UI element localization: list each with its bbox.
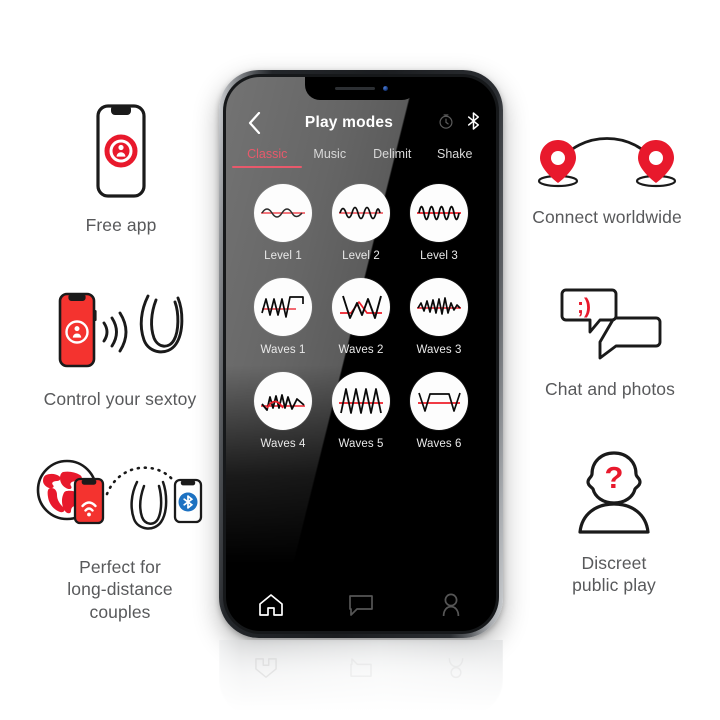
mode-item[interactable]: Waves 5 bbox=[332, 372, 390, 450]
nav-chat[interactable] bbox=[316, 594, 406, 616]
bottom-nav bbox=[226, 593, 496, 617]
mode-label: Waves 2 bbox=[338, 344, 384, 356]
svg-text:;): ;) bbox=[577, 295, 591, 318]
feature-caption: Discreet public play bbox=[572, 553, 656, 596]
front-camera bbox=[382, 86, 388, 91]
feature-caption: Connect worldwide bbox=[532, 207, 682, 227]
mode-label: Level 3 bbox=[420, 250, 458, 262]
mode-label: Level 2 bbox=[342, 250, 380, 262]
nav-home[interactable] bbox=[226, 593, 316, 617]
feature-connect-worldwide: Connect worldwide bbox=[508, 132, 706, 228]
phone-bezel: Play modes Classic Music Delimit Shake L… bbox=[223, 74, 499, 634]
reflected-home-icon bbox=[219, 657, 314, 679]
reflection-body bbox=[219, 640, 503, 718]
reflected-chat-icon bbox=[314, 658, 409, 678]
speech-bubbles-wink-icon: ;) bbox=[556, 284, 664, 360]
mode-grid: Level 1 Level 2 Level 3 Waves 1 Waves 2 … bbox=[226, 184, 496, 450]
reflected-profile-icon bbox=[408, 657, 503, 679]
speaker-grille bbox=[334, 86, 375, 91]
waveform-level-1-icon bbox=[254, 184, 312, 242]
mode-item[interactable]: Level 1 bbox=[254, 184, 312, 262]
feature-long-distance: Perfect for long-distance couples bbox=[20, 458, 220, 623]
phone-screen: Play modes Classic Music Delimit Shake L… bbox=[226, 77, 496, 631]
feature-chat-photos: ;) Chat and photos bbox=[516, 284, 704, 400]
nav-profile[interactable] bbox=[406, 593, 496, 617]
feature-caption: Control your sextoy bbox=[43, 389, 197, 409]
phone-reflection bbox=[219, 640, 503, 718]
mode-item[interactable]: Waves 3 bbox=[410, 278, 468, 356]
mode-item[interactable]: Waves 6 bbox=[410, 372, 468, 450]
mode-item[interactable]: Level 3 bbox=[410, 184, 468, 262]
feature-caption: Perfect for long-distance couples bbox=[67, 557, 173, 622]
feature-discreet-play: ? Discreet public play bbox=[522, 448, 706, 597]
mode-label: Waves 3 bbox=[416, 344, 462, 356]
waveform-waves-4-icon bbox=[254, 372, 312, 430]
waveform-waves-1-icon bbox=[254, 278, 312, 336]
mode-label: Waves 6 bbox=[416, 438, 462, 450]
globe-phone-toy-bluetooth-icon bbox=[27, 458, 213, 536]
phone-with-app-logo-icon bbox=[87, 104, 155, 198]
mode-label: Waves 1 bbox=[260, 344, 306, 356]
phone-mockup: Play modes Classic Music Delimit Shake L… bbox=[219, 70, 503, 640]
waveform-level-2-icon bbox=[332, 184, 390, 242]
waveform-level-3-icon bbox=[410, 184, 468, 242]
mode-tabs: Classic Music Delimit Shake bbox=[226, 147, 496, 168]
mode-label: Waves 5 bbox=[338, 438, 384, 450]
feature-caption: Chat and photos bbox=[545, 379, 675, 399]
reflection-nav-icons bbox=[219, 648, 503, 688]
feature-free-app: Free app bbox=[28, 104, 214, 236]
tab-classic[interactable]: Classic bbox=[236, 147, 299, 168]
tab-music[interactable]: Music bbox=[299, 147, 362, 168]
tab-delimit[interactable]: Delimit bbox=[361, 147, 424, 168]
phone-notch bbox=[305, 77, 417, 100]
feature-caption: Free app bbox=[85, 215, 157, 235]
mode-item[interactable]: Waves 1 bbox=[254, 278, 312, 356]
waveform-waves-2-icon bbox=[332, 278, 390, 336]
mode-label: Level 1 bbox=[264, 250, 302, 262]
reflection-fade bbox=[219, 640, 503, 718]
bluetooth-icon[interactable] bbox=[467, 111, 480, 135]
svg-text:?: ? bbox=[605, 460, 624, 495]
feature-control-sextoy: Control your sextoy bbox=[14, 288, 226, 410]
mode-item[interactable]: Level 2 bbox=[332, 184, 390, 262]
app-bar: Play modes bbox=[226, 101, 496, 145]
mode-item[interactable]: Waves 4 bbox=[254, 372, 312, 450]
waveform-waves-6-icon bbox=[410, 372, 468, 430]
mode-item[interactable]: Waves 2 bbox=[332, 278, 390, 356]
timer-icon[interactable] bbox=[438, 113, 454, 134]
app-bar-actions bbox=[438, 111, 480, 135]
page-title: Play modes bbox=[304, 114, 394, 131]
phone-signal-toy-icon bbox=[44, 288, 196, 374]
mode-label: Waves 4 bbox=[260, 438, 306, 450]
tab-shake[interactable]: Shake bbox=[424, 147, 487, 168]
waveform-waves-5-icon bbox=[332, 372, 390, 430]
anonymous-person-question-icon: ? bbox=[566, 448, 662, 534]
two-map-pins-arc-icon bbox=[522, 132, 692, 190]
waveform-waves-3-icon bbox=[410, 278, 468, 336]
phone-body: Play modes Classic Music Delimit Shake L… bbox=[219, 70, 503, 638]
promo-infographic: Free app Control your sextoy Perfect for… bbox=[0, 0, 720, 720]
